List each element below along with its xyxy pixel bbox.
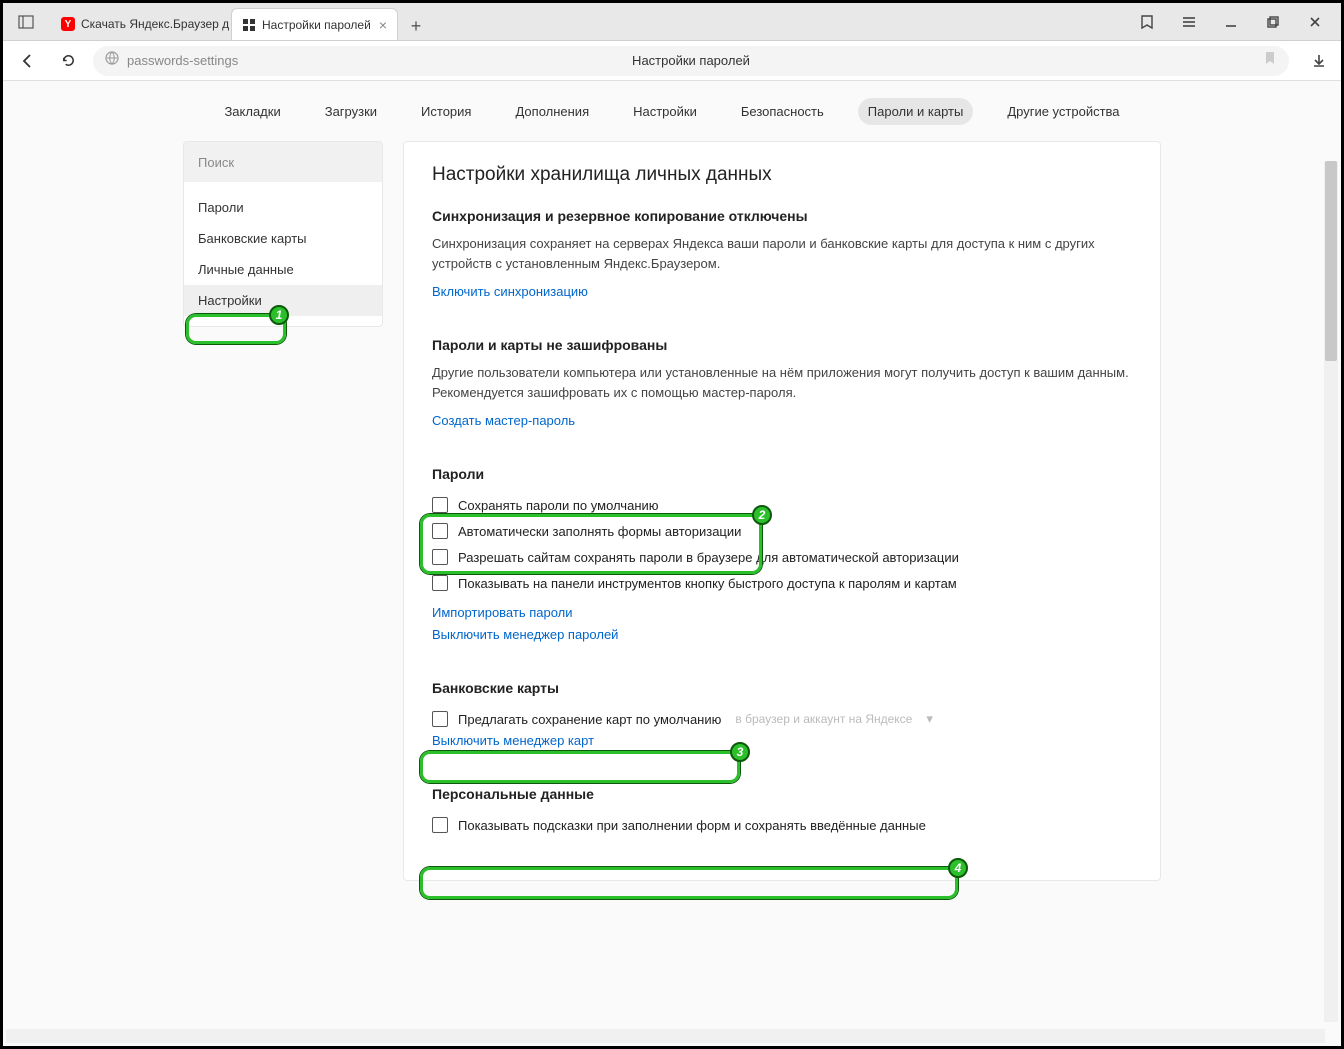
settings-top-nav: Закладки Загрузки История Дополнения Нас…	[3, 81, 1341, 141]
bookmark-icon[interactable]	[1263, 51, 1277, 70]
url-input[interactable]: passwords-settings Настройки паролей	[93, 46, 1289, 76]
checkbox-label: Разрешать сайтам сохранять пароли в брау…	[458, 550, 959, 565]
checkbox-label: Показывать подсказки при заполнении форм…	[458, 818, 926, 833]
nav-history[interactable]: История	[411, 98, 481, 125]
passwords-heading: Пароли	[432, 466, 1132, 482]
disable-card-manager-link[interactable]: Выключить менеджер карт	[432, 733, 594, 748]
sidebar-item-personal-data[interactable]: Личные данные	[184, 254, 382, 285]
section-sync: Синхронизация и резервное копирование от…	[432, 208, 1132, 305]
maximize-button[interactable]	[1261, 10, 1285, 34]
url-text: passwords-settings	[127, 53, 238, 68]
yandex-favicon-icon: Y	[61, 17, 75, 31]
nav-downloads[interactable]: Загрузки	[315, 98, 387, 125]
enable-sync-link[interactable]: Включить синхронизацию	[432, 284, 588, 299]
tab-strip: Y Скачать Яндекс.Браузер д Настройки пар…	[51, 3, 430, 40]
nav-bookmarks[interactable]: Закладки	[214, 98, 290, 125]
annotation-badge-3: 3	[730, 742, 750, 762]
section-cards: Банковские карты Предлагать сохранение к…	[432, 680, 1132, 754]
sync-description: Синхронизация сохраняет на серверах Янде…	[432, 234, 1132, 273]
checkbox-label: Показывать на панели инструментов кнопку…	[458, 576, 957, 591]
close-tab-icon[interactable]: ×	[379, 17, 387, 33]
settings-favicon-icon	[242, 18, 256, 32]
section-encrypt: Пароли и карты не зашифрованы Другие пол…	[432, 337, 1132, 434]
back-button[interactable]	[13, 46, 43, 76]
checkbox-show-form-hints[interactable]: Показывать подсказки при заполнении форм…	[432, 812, 1132, 838]
checkbox-icon[interactable]	[432, 497, 448, 513]
checkbox-show-toolbar-button[interactable]: Показывать на панели инструментов кнопку…	[432, 570, 1132, 596]
tab-label: Настройки паролей	[262, 18, 371, 32]
scrollbar-thumb[interactable]	[1325, 161, 1337, 361]
new-tab-button[interactable]: +	[402, 12, 430, 40]
tab-password-settings[interactable]: Настройки паролей ×	[231, 8, 398, 40]
panel-title: Настройки хранилища личных данных	[432, 164, 1132, 186]
sidebar-item-cards[interactable]: Банковские карты	[184, 223, 382, 254]
checkbox-label: Сохранять пароли по умолчанию	[458, 498, 659, 513]
minimize-button[interactable]	[1219, 10, 1243, 34]
window-controls	[1135, 10, 1333, 34]
checkbox-icon[interactable]	[432, 575, 448, 591]
menu-icon[interactable]	[1177, 10, 1201, 34]
vertical-scrollbar[interactable]	[1324, 161, 1338, 1022]
nav-settings[interactable]: Настройки	[623, 98, 707, 125]
nav-other-devices[interactable]: Другие устройства	[997, 98, 1129, 125]
reload-button[interactable]	[53, 46, 83, 76]
downloads-button[interactable]	[1307, 49, 1331, 73]
page-content: Закладки Загрузки История Дополнения Нас…	[3, 81, 1341, 1046]
checkbox-label: Автоматически заполнять формы авторизаци…	[458, 524, 741, 539]
checkbox-label: Предлагать сохранение карт по умолчанию	[458, 712, 721, 727]
search-placeholder: Поиск	[198, 155, 234, 170]
section-passwords: Пароли Сохранять пароли по умолчанию Авт…	[432, 466, 1132, 648]
sync-heading: Синхронизация и резервное копирование от…	[432, 208, 1132, 224]
encrypt-heading: Пароли и карты не зашифрованы	[432, 337, 1132, 353]
checkbox-icon[interactable]	[432, 711, 448, 727]
checkbox-save-passwords[interactable]: Сохранять пароли по умолчанию	[432, 492, 1132, 518]
checkbox-icon[interactable]	[432, 549, 448, 565]
address-bar: passwords-settings Настройки паролей	[3, 41, 1341, 81]
horizontal-scrollbar[interactable]	[6, 1029, 1325, 1043]
settings-sidebar: Поиск Пароли Банковские карты Личные дан…	[183, 141, 383, 327]
nav-security[interactable]: Безопасность	[731, 98, 834, 125]
nav-extensions[interactable]: Дополнения	[505, 98, 599, 125]
tab-yandex-download[interactable]: Y Скачать Яндекс.Браузер д	[51, 8, 231, 40]
checkbox-icon[interactable]	[432, 523, 448, 539]
card-save-location-hint: в браузер и аккаунт на Яндексе	[735, 712, 912, 726]
window-titlebar: Y Скачать Яндекс.Браузер д Настройки пар…	[3, 3, 1341, 41]
page-title: Настройки паролей	[632, 53, 750, 68]
checkbox-allow-sites-save[interactable]: Разрешать сайтам сохранять пароли в брау…	[432, 544, 1132, 570]
section-personal: Персональные данные Показывать подсказки…	[432, 786, 1132, 838]
reading-mode-icon[interactable]	[1135, 10, 1159, 34]
close-window-button[interactable]	[1303, 10, 1327, 34]
checkbox-autofill-forms[interactable]: Автоматически заполнять формы авторизаци…	[432, 518, 1132, 544]
sidebar-search-input[interactable]: Поиск	[184, 142, 382, 182]
disable-password-manager-link[interactable]: Выключить менеджер паролей	[432, 627, 618, 642]
sidebar-item-passwords[interactable]: Пароли	[184, 192, 382, 223]
nav-passwords-cards[interactable]: Пароли и карты	[858, 98, 974, 125]
cards-heading: Банковские карты	[432, 680, 1132, 696]
site-info-icon[interactable]	[105, 51, 119, 70]
checkbox-offer-save-cards[interactable]: Предлагать сохранение карт по умолчанию …	[432, 706, 1132, 732]
create-master-password-link[interactable]: Создать мастер-пароль	[432, 413, 575, 428]
encrypt-description: Другие пользователи компьютера или устан…	[432, 363, 1132, 402]
annotation-badge-2: 2	[752, 505, 772, 525]
tab-label: Скачать Яндекс.Браузер д	[81, 17, 229, 31]
annotation-badge-1: 1	[269, 305, 289, 325]
annotation-badge-4: 4	[948, 858, 968, 878]
import-passwords-link[interactable]: Импортировать пароли	[432, 605, 573, 620]
settings-main-panel: Настройки хранилища личных данных Синхро…	[403, 141, 1161, 881]
personal-heading: Персональные данные	[432, 786, 1132, 802]
chevron-down-icon[interactable]: ▾	[926, 711, 933, 727]
checkbox-icon[interactable]	[432, 817, 448, 833]
panel-toggle-button[interactable]	[11, 8, 41, 36]
